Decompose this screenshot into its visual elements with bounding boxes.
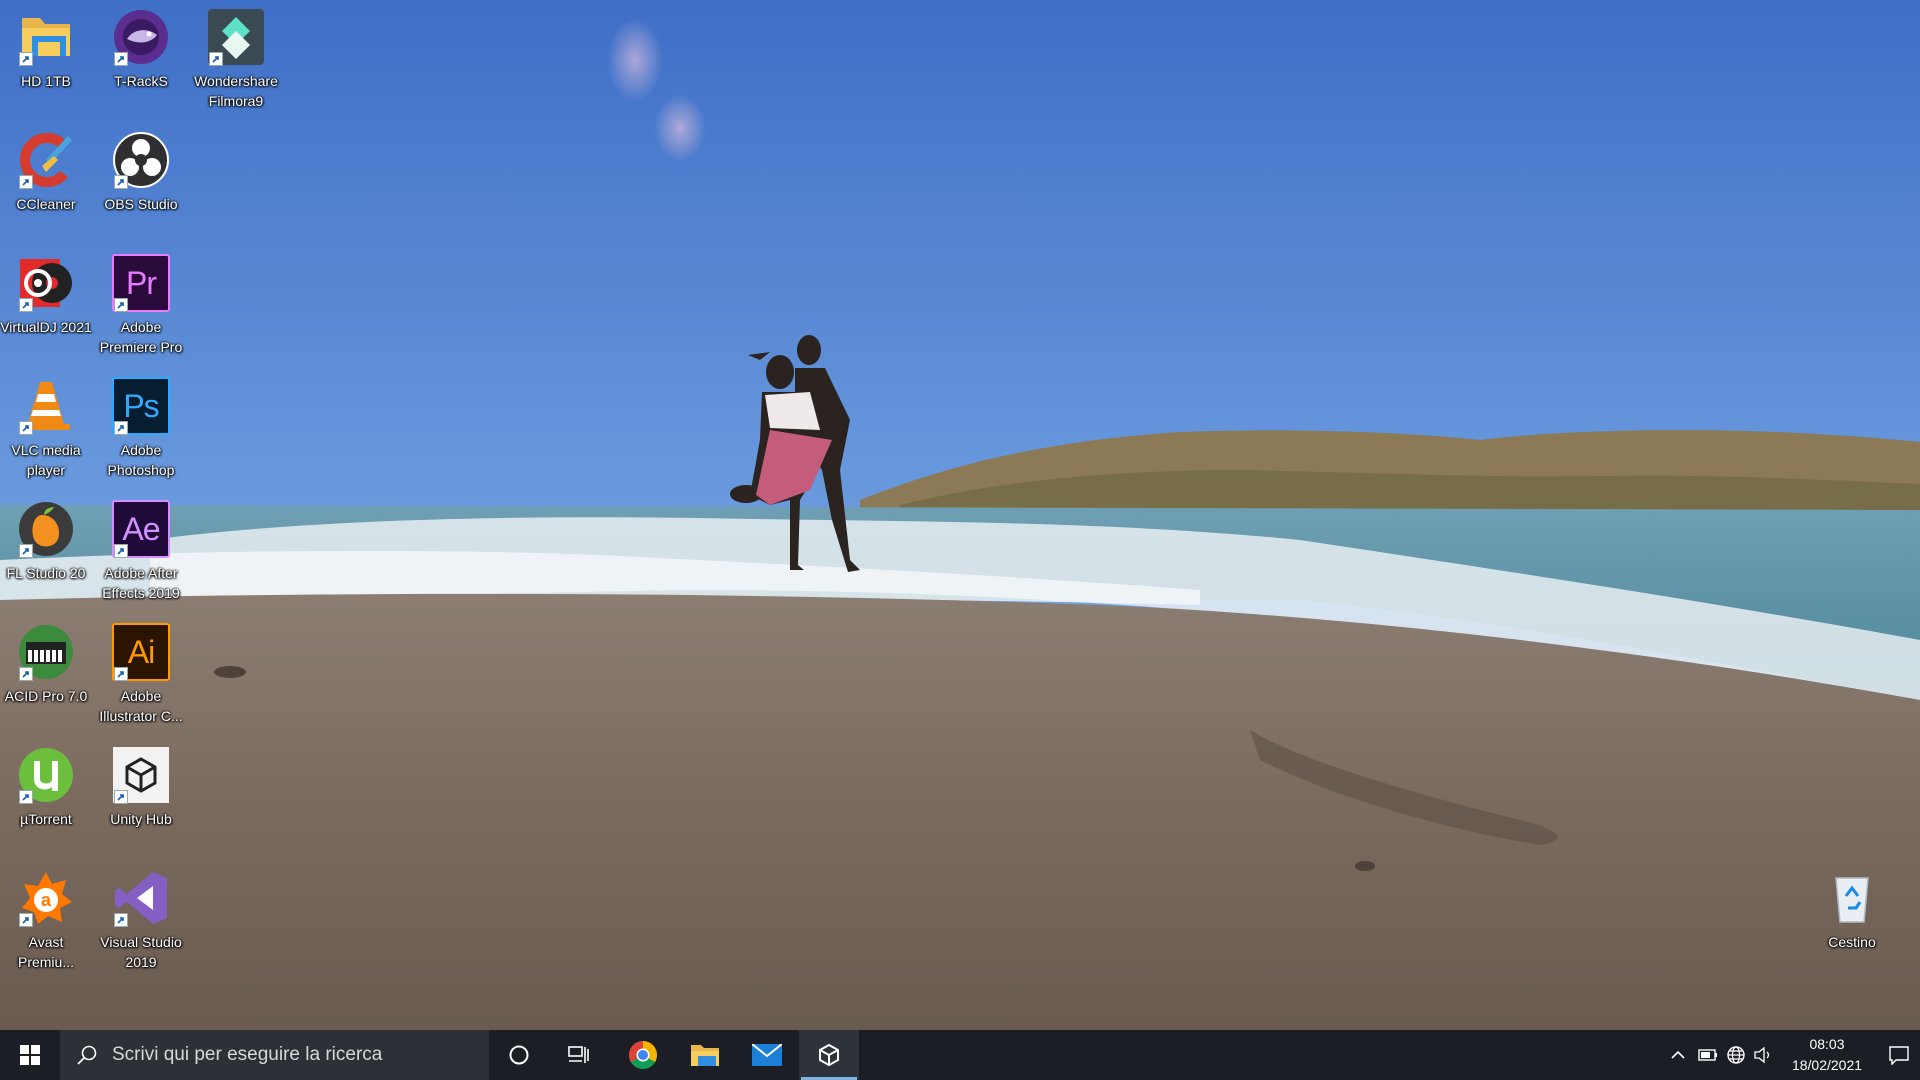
icon-label: VLC media player [11,442,81,478]
icon-label: HD 1TB [21,73,71,89]
icon-label: µTorrent [20,811,72,827]
icon-label: ACID Pro 7.0 [4,688,88,704]
icon-label: Cestino [1828,934,1876,950]
vlc-cone-icon [17,377,75,435]
chevron-up-icon [1671,1050,1685,1059]
fl-studio-icon [17,500,75,558]
clock[interactable]: 08:03 18/02/2021 [1785,1034,1869,1076]
desktop-icon-visual-studio[interactable]: Visual Studio 2019 [94,863,188,975]
action-center-button[interactable] [1877,1030,1920,1080]
chrome-icon [629,1041,657,1069]
notification-icon [1888,1046,1909,1065]
desktop-icon-obs-studio[interactable]: OBS Studio [94,125,188,237]
utorrent-icon [17,746,75,804]
speaker-icon [1754,1046,1770,1064]
after-effects-icon: Ae [112,500,170,558]
icon-label: Adobe Photoshop [107,442,175,478]
avast-icon: a [17,869,75,927]
unity-taskbar-button[interactable] [799,1030,859,1080]
chrome-button[interactable] [613,1030,673,1080]
desktop-icon-avast[interactable]: a Avast Premiu... [0,863,93,975]
mail-icon [752,1044,782,1066]
desktop-icon-premiere-pro[interactable]: Pr Adobe Premiere Pro [94,248,188,360]
mail-button[interactable] [737,1030,797,1080]
start-button[interactable] [0,1030,60,1080]
desktop-icon-recycle-bin[interactable]: Cestino [1805,863,1899,975]
desktop-icon-acid-pro[interactable]: ACID Pro 7.0 [0,617,93,729]
task-view-icon [568,1046,589,1063]
desktop-icon-virtualdj[interactable]: VirtualDJ 2021 [0,248,93,360]
desktop-icon-fl-studio[interactable]: FL Studio 20 [0,494,93,606]
icon-label: T-RackS [114,73,168,89]
globe-network-icon [1727,1046,1745,1064]
icon-label: OBS Studio [104,196,178,212]
system-tray: 08:03 18/02/2021 [1620,1030,1920,1080]
desktop-wallpaper [0,0,1920,1030]
icon-label: FL Studio 20 [6,565,86,581]
windows-logo-icon [20,1045,40,1065]
acid-pro-icon [17,623,75,681]
cortana-button[interactable] [489,1030,549,1080]
task-view-button[interactable] [549,1030,609,1080]
desktop-icon-hd-1tb[interactable]: HD 1TB [0,2,93,114]
obs-icon [112,131,170,189]
clock-time: 08:03 [1809,1036,1845,1052]
recycle-bin-icon [1823,869,1881,927]
icon-label: Unity Hub [110,811,172,827]
volume-button[interactable] [1748,1030,1778,1080]
search-input[interactable]: Scrivi qui per eseguire la ricerca [60,1030,489,1080]
folder-drive-icon [17,8,75,66]
desktop-icon-utorrent[interactable]: µTorrent [0,740,93,852]
desktop-icon-vlc[interactable]: VLC media player [0,371,93,483]
cortana-icon [509,1045,529,1065]
premiere-icon: Pr [112,254,170,312]
photoshop-icon: Ps [112,377,170,435]
file-explorer-icon [691,1045,719,1066]
taskbar: Scrivi qui per eseguire la ricerca 08:03 [0,1030,1920,1080]
unity-icon [819,1043,839,1067]
icon-label: Avast Premiu... [17,934,74,970]
icon-label: Adobe Illustrator C... [99,688,183,724]
visual-studio-icon [112,869,170,927]
unity-icon [112,746,170,804]
t-racks-icon [112,8,170,66]
icon-label: Adobe After Effects 2019 [102,565,180,601]
network-button[interactable] [1721,1030,1751,1080]
icon-label: VirtualDJ 2021 [0,319,92,335]
desktop-icon-after-effects[interactable]: Ae Adobe After Effects 2019 [94,494,188,606]
icon-label: Visual Studio 2019 [100,934,182,970]
ccleaner-icon [17,131,75,189]
filmora-icon [207,8,265,66]
file-explorer-button[interactable] [675,1030,735,1080]
desktop-icon-illustrator[interactable]: Ai Adobe Illustrator C... [94,617,188,729]
show-hidden-icons-button[interactable] [1663,1030,1693,1080]
icon-label: Adobe Premiere Pro [99,319,183,355]
clock-date: 18/02/2021 [1791,1057,1863,1073]
virtualdj-icon [17,254,75,312]
desktop-icon-unity-hub[interactable]: Unity Hub [94,740,188,852]
icon-label: Wondershare Filmora9 [194,73,278,109]
desktop-icon-filmora[interactable]: Wondershare Filmora9 [189,2,283,114]
icon-label: CCleaner [16,196,76,212]
svg-text:a: a [41,890,52,910]
illustrator-icon: Ai [112,623,170,681]
search-placeholder: Scrivi qui per eseguire la ricerca [112,1044,383,1065]
desktop-icon-t-racks[interactable]: T-RackS [94,2,188,114]
battery-icon [1698,1049,1717,1061]
desktop-icon-ccleaner[interactable]: CCleaner [0,125,93,237]
battery-button[interactable] [1693,1030,1723,1080]
search-icon [77,1045,97,1065]
desktop-icon-photoshop[interactable]: Ps Adobe Photoshop [94,371,188,483]
